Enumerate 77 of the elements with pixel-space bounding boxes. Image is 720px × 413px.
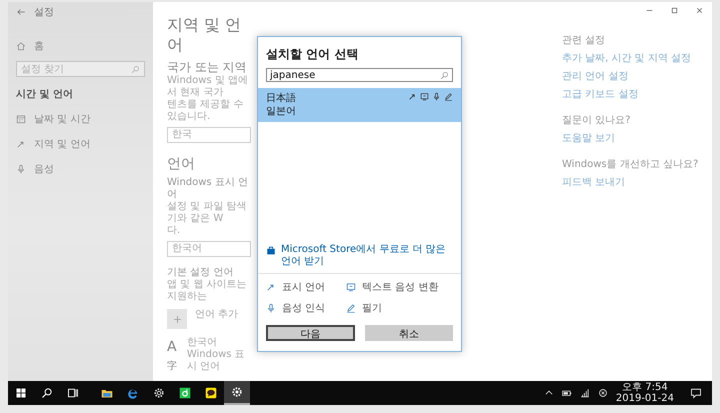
sidebar-item[interactable]: 지역 및 언어 [16, 137, 145, 151]
language-detail: Windows 표시 언어 [186, 349, 246, 374]
back-icon[interactable] [16, 7, 26, 17]
sidebar-item[interactable]: 음성 [16, 162, 145, 176]
country-dropdown[interactable]: 한국 [167, 127, 251, 144]
next-button[interactable]: 다음 [266, 325, 354, 341]
section-heading: 시간 및 언어 [16, 88, 74, 101]
network-icon[interactable] [580, 388, 590, 398]
section-heading: 국가 또는 지역 [167, 59, 248, 75]
bag-icon [266, 245, 276, 255]
home-nav-item[interactable]: 홈 [16, 39, 145, 53]
related-link[interactable]: 피드백 보내기 [562, 177, 712, 190]
windows-logo-icon [15, 387, 27, 399]
section-heading: 언어 [167, 155, 196, 174]
close-icon[interactable] [695, 6, 704, 15]
related-heading: Windows를 개선하고 싶나요? [562, 159, 700, 172]
app-icon [179, 387, 191, 399]
field-label: Windows 표시 언어 [167, 177, 249, 202]
description-text: 다. [167, 225, 182, 238]
folder-icon [101, 387, 113, 399]
maximize-icon[interactable] [670, 6, 679, 15]
circle-x-icon[interactable] [598, 388, 608, 398]
arrow-icon [16, 139, 26, 149]
store-link[interactable]: Microsoft Store에서 무료로 더 많은 언어 받기 [281, 244, 453, 268]
chat-app-icon [205, 387, 217, 399]
language-list-item[interactable]: 日本語 일본어 [258, 88, 461, 122]
language-name[interactable]: 한국어 [186, 337, 251, 350]
search-field[interactable]: japanese [266, 68, 453, 82]
settings-icon [231, 386, 243, 398]
microphone-icon [16, 164, 26, 174]
legend-label: 표시 언어 [282, 281, 326, 294]
language-dropdown[interactable]: 한국어 [167, 241, 251, 258]
microphone-icon [432, 92, 441, 101]
screen-icon [420, 92, 429, 101]
pen-icon [346, 303, 356, 313]
search-placeholder: 설정 찾기 [21, 63, 64, 76]
description-text: Windows 및 앱에서 현재 국가 [167, 75, 249, 100]
screen-icon [346, 282, 356, 292]
window-title: 설정 [34, 6, 54, 19]
field-label: 기본 설정 언어 [167, 267, 234, 280]
page-title: 지역 및 언어 [167, 15, 242, 56]
battery-icon[interactable] [562, 388, 572, 398]
task-view-icon [67, 387, 79, 399]
dialog-title: 설치할 언어 선택 [266, 46, 360, 62]
gear-icon [153, 387, 165, 399]
legend-label: 텍스트 음성 변환 [362, 281, 438, 294]
search-field[interactable]: 설정 찾기 [16, 61, 145, 77]
search-icon [131, 64, 140, 74]
legend-label: 음성 인식 [282, 302, 326, 315]
arrow-icon [266, 282, 276, 292]
calendar-icon [16, 114, 26, 124]
related-link[interactable]: 도움말 보기 [562, 133, 712, 146]
related-link[interactable]: 추가 날짜, 시간 및 지역 설정 [562, 53, 712, 66]
search-icon [440, 70, 449, 80]
microphone-icon [266, 303, 276, 313]
browser-icon [127, 387, 139, 399]
arrow-icon [408, 92, 417, 101]
clock[interactable]: 오후 7:54 2019-01-24 [616, 382, 674, 404]
description-text: 앱 및 웹 사이트는 지원하는 [167, 279, 248, 304]
home-icon [16, 41, 26, 51]
language-translation: 일본어 [266, 105, 296, 118]
related-heading: 관련 설정 [562, 35, 606, 48]
legend-label: 필기 [362, 302, 382, 315]
description-text: 텐츠를 제공할 수 있습니다. [167, 99, 244, 124]
taskbar-button[interactable] [224, 381, 250, 405]
add-language-label: 언어 추가 [195, 309, 238, 322]
related-link[interactable]: 관리 언어 설정 [562, 71, 712, 84]
sidebar-item[interactable]: 날짜 및 시간 [16, 112, 145, 126]
search-icon [41, 387, 53, 399]
language-name: 日本語 [266, 92, 296, 105]
plus-icon [172, 314, 182, 325]
notification-icon[interactable] [690, 387, 702, 399]
related-heading: 질문이 있나요? [562, 115, 632, 128]
description-text: 설정 및 파일 탐색기와 같은 W [167, 201, 248, 226]
cancel-button[interactable]: 취소 [364, 325, 453, 341]
pen-icon [444, 92, 453, 101]
related-link[interactable]: 고급 키보드 설정 [562, 89, 712, 102]
